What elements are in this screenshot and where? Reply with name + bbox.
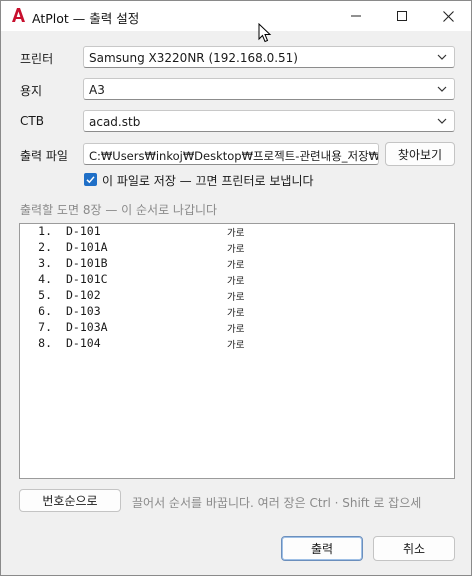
list-item[interactable]: 2. D-101A 가로 <box>20 240 454 256</box>
item-name: D-101B <box>66 256 108 270</box>
item-orientation: 가로 <box>227 324 245 335</box>
printer-label: 프린터 <box>20 52 54 66</box>
item-number: 3. <box>38 256 52 270</box>
dialog-window: AtPlot — 출력 설정 프린터 Samsung X3220NR (192.… <box>0 0 472 576</box>
item-name: D-101A <box>66 240 108 254</box>
item-name: D-103A <box>66 320 108 334</box>
list-item[interactable]: 6. D-103 가로 <box>20 304 454 320</box>
mouse-cursor-icon <box>258 23 272 43</box>
checkmark-icon <box>86 176 95 184</box>
ctb-label: CTB <box>20 114 44 128</box>
item-name: D-102 <box>66 288 101 302</box>
maximize-icon <box>397 11 407 21</box>
item-orientation: 가로 <box>227 244 245 255</box>
app-logo-icon <box>12 8 25 22</box>
close-button[interactable] <box>425 1 471 31</box>
item-number: 4. <box>38 272 52 286</box>
printer-value: Samsung X3220NR (192.168.0.51) <box>89 51 298 65</box>
drag-hint: 끌어서 순서를 바꿉니다. 여러 장은 Ctrl · Shift 로 잡으세 <box>132 496 422 510</box>
sort-by-number-button[interactable]: 번호순으로 <box>19 489 121 512</box>
list-item[interactable]: 7. D-103A 가로 <box>20 320 454 336</box>
printer-select[interactable]: Samsung X3220NR (192.168.0.51) <box>83 46 455 68</box>
list-item[interactable]: 8. D-104 가로 <box>20 336 454 352</box>
item-orientation: 가로 <box>227 340 245 351</box>
list-item[interactable]: 3. D-101B 가로 <box>20 256 454 272</box>
print-button[interactable]: 출력 <box>281 536 363 561</box>
item-number: 1. <box>38 224 52 238</box>
output-file-label: 출력 파일 <box>20 149 68 163</box>
item-orientation: 가로 <box>227 228 245 239</box>
chevron-down-icon <box>437 118 447 124</box>
browse-button[interactable]: 찾아보기 <box>385 142 455 166</box>
item-name: D-101C <box>66 272 108 286</box>
minimize-icon <box>351 15 361 17</box>
save-to-file-checkbox[interactable] <box>84 173 97 186</box>
item-orientation: 가로 <box>227 260 245 271</box>
paper-value: A3 <box>89 83 105 97</box>
cancel-button[interactable]: 취소 <box>373 536 455 561</box>
item-name: D-101 <box>66 224 101 238</box>
item-number: 6. <box>38 304 52 318</box>
window-title: AtPlot — 출력 설정 <box>32 11 140 26</box>
title-bar[interactable]: AtPlot — 출력 설정 <box>1 1 471 31</box>
chevron-down-icon <box>437 86 447 92</box>
close-icon <box>442 10 454 22</box>
output-file-input[interactable]: C:₩Users₩inkoj₩Desktop₩프로젝트-관련내용_저장₩0 <box>83 143 379 165</box>
list-item[interactable]: 4. D-101C 가로 <box>20 272 454 288</box>
save-to-file-label: 이 파일로 저장 — 끄면 프린터로 보냅니다 <box>102 174 314 188</box>
list-item[interactable]: 5. D-102 가로 <box>20 288 454 304</box>
output-file-path: C:₩Users₩inkoj₩Desktop₩프로젝트-관련내용_저장₩0 <box>89 149 379 163</box>
chevron-down-icon <box>437 54 447 60</box>
item-name: D-104 <box>66 336 101 350</box>
item-number: 7. <box>38 320 52 334</box>
item-number: 8. <box>38 336 52 350</box>
ctb-select[interactable]: acad.stb <box>83 110 455 132</box>
item-orientation: 가로 <box>227 276 245 287</box>
paper-label: 용지 <box>20 84 43 98</box>
paper-select[interactable]: A3 <box>83 78 455 100</box>
item-orientation: 가로 <box>227 292 245 303</box>
item-orientation: 가로 <box>227 308 245 319</box>
list-item[interactable]: 1. D-101 가로 <box>20 224 454 240</box>
minimize-button[interactable] <box>333 1 379 31</box>
maximize-button[interactable] <box>379 1 425 31</box>
item-number: 2. <box>38 240 52 254</box>
item-name: D-103 <box>66 304 101 318</box>
item-number: 5. <box>38 288 52 302</box>
drawing-list[interactable]: 1. D-101 가로 2. D-101A 가로 3. D-101B 가로 4.… <box>19 223 455 479</box>
list-caption: 출력할 도면 8장 — 이 순서로 나갑니다 <box>20 203 218 217</box>
ctb-value: acad.stb <box>89 115 141 129</box>
